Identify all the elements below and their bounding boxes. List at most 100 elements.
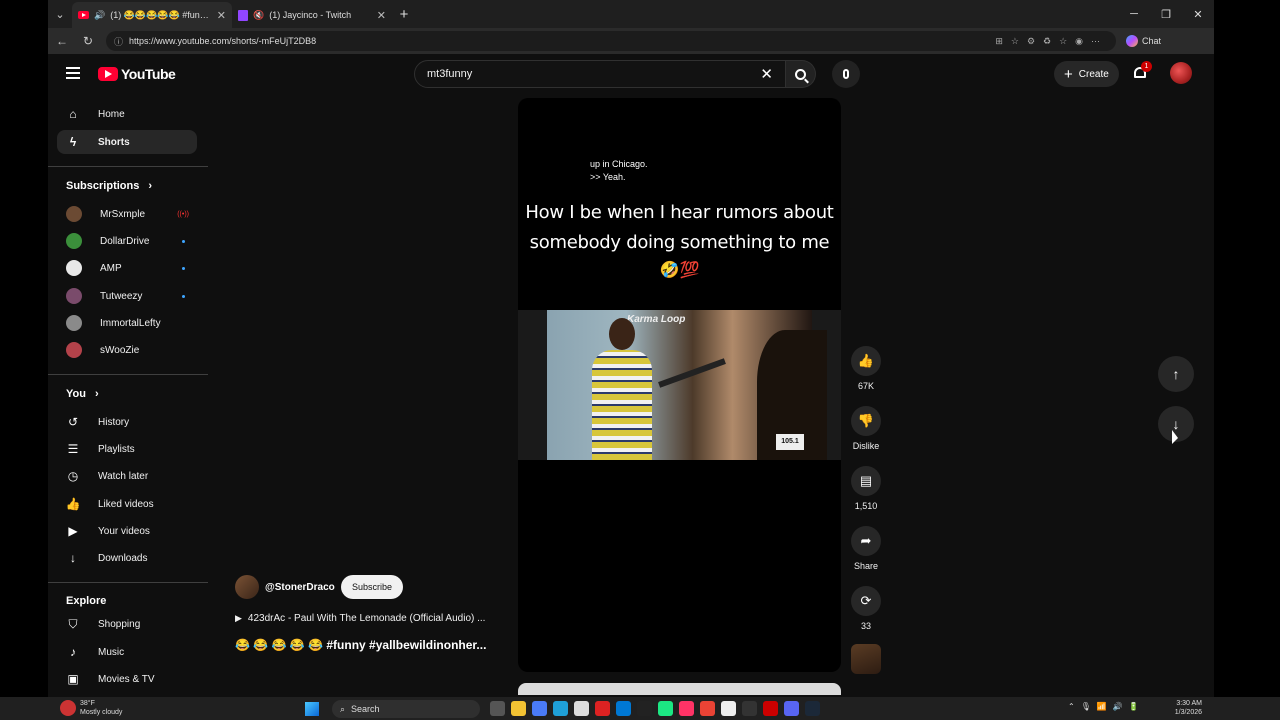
share-action[interactable]: ➦ Share xyxy=(848,526,884,571)
steam-icon[interactable] xyxy=(805,701,820,716)
dislike-action[interactable]: 👎 Dislike xyxy=(848,406,884,451)
notifications-button[interactable]: 1 xyxy=(1133,61,1152,80)
url-field[interactable]: ⓘ https://www.youtube.com/shorts/-mFeUjT… xyxy=(106,31,1116,51)
obs-icon[interactable] xyxy=(742,701,757,716)
avatar xyxy=(66,260,82,276)
restore-icon[interactable]: ❐ xyxy=(1150,8,1182,21)
watch-later-icon: ◷ xyxy=(67,469,79,483)
remix-count: 33 xyxy=(860,621,871,631)
remix-action[interactable]: ⟳ 33 xyxy=(848,586,884,631)
thumbs-down-icon[interactable]: 👎 xyxy=(851,406,881,436)
sidebar-item-shorts[interactable]: ϟ Shorts xyxy=(57,130,197,154)
weather-widget[interactable]: 38°F Mostly cloudy xyxy=(80,699,122,717)
tab-twitch[interactable]: 🔇 (1) Jaycinco - Twitch ✕ xyxy=(232,2,392,28)
explore-heading: Explore xyxy=(66,595,107,607)
create-button[interactable]: + Create xyxy=(1054,61,1119,87)
url-actions-icon[interactable]: ⊞☆⚙♻☆◉⋯ xyxy=(995,36,1108,47)
sound-channel-thumbnail[interactable] xyxy=(851,644,881,674)
file-explorer-icon[interactable] xyxy=(511,701,526,716)
site-info-icon[interactable]: ⓘ xyxy=(114,35,123,48)
taskbar-search[interactable]: ⌕ Search xyxy=(332,700,480,718)
subscribe-button[interactable]: Subscribe xyxy=(341,575,404,599)
new-tab-button[interactable]: + xyxy=(392,6,416,23)
search-input[interactable]: mt3funny ✕ xyxy=(414,60,786,88)
tab-strip: ⌄ 🔊 (1) 😂😂😂😂😂 #funny #y ✕ 🔇 (1) Jaycinco… xyxy=(48,0,1214,28)
outlook-icon[interactable] xyxy=(616,701,631,716)
task-view-icon[interactable] xyxy=(490,701,505,716)
sidebar-item-amp[interactable]: AMP xyxy=(57,256,197,280)
clock[interactable]: 3:30 AM 1/3/2026 xyxy=(1166,699,1202,717)
video-frame[interactable]: Karma Loop 105.1 xyxy=(518,310,841,460)
you-heading-label: You xyxy=(66,388,86,400)
like-action[interactable]: 👍 67K xyxy=(848,346,884,391)
overlay-caption: How I be when I hear rumors about somebo… xyxy=(518,198,841,258)
sidebar-item-watch-later[interactable]: ◷ Watch later xyxy=(57,464,197,488)
netflix-icon[interactable] xyxy=(637,701,652,716)
short-title[interactable]: 😂 😂 😂 😂 😂 #funny #yallbewildinonher... xyxy=(235,638,486,652)
close-window-icon[interactable]: ✕ xyxy=(1182,8,1214,21)
app-red-icon[interactable] xyxy=(679,701,694,716)
sidebar-item-tutweezy[interactable]: Tutweezy xyxy=(57,284,197,308)
chrome-icon[interactable] xyxy=(700,701,715,716)
sidebar-item-liked-videos[interactable]: 👍 Liked videos xyxy=(57,492,197,516)
history-icon: ↺ xyxy=(67,415,79,429)
sidebar-item-your-videos[interactable]: ▶ Your videos xyxy=(57,519,197,543)
capcut-icon[interactable] xyxy=(721,701,736,716)
shorts-player[interactable]: up in Chicago. >> Yeah. How I be when I … xyxy=(518,98,841,672)
menu-icon[interactable] xyxy=(66,67,80,79)
subscriptions-heading[interactable]: Subscriptions › xyxy=(66,180,152,192)
weather-icon[interactable] xyxy=(60,700,76,716)
sidebar-item-music[interactable]: ♪ Music xyxy=(57,640,197,664)
speaker-icon[interactable]: 🔊 xyxy=(94,10,105,21)
copilot-icon xyxy=(1126,35,1138,47)
sidebar-item-swoozie[interactable]: sWooZie xyxy=(57,338,197,362)
thumbs-up-icon[interactable]: 👍 xyxy=(851,346,881,376)
copilot-app-icon[interactable] xyxy=(532,701,547,716)
system-tray[interactable]: ⌃🎙📶🔊🔋 xyxy=(1068,702,1145,711)
muted-speaker-icon[interactable]: 🔇 xyxy=(253,10,264,21)
remix-icon[interactable]: ⟳ xyxy=(851,586,881,616)
close-tab-icon[interactable]: ✕ xyxy=(377,9,386,22)
store-icon[interactable] xyxy=(574,701,589,716)
tab-youtube[interactable]: 🔊 (1) 😂😂😂😂😂 #funny #y ✕ xyxy=(72,2,232,28)
your-videos-icon: ▶ xyxy=(68,524,78,538)
next-short-preview[interactable] xyxy=(518,683,841,695)
clear-search-icon[interactable]: ✕ xyxy=(760,65,773,83)
discord-icon[interactable] xyxy=(784,701,799,716)
audio-track[interactable]: ▶ 423drAc - Paul With The Lemonade (Offic… xyxy=(235,613,485,624)
refresh-icon[interactable]: ↻ xyxy=(80,34,96,48)
share-icon[interactable]: ➦ xyxy=(851,526,881,556)
sidebar-item-home[interactable]: ⌂ Home xyxy=(57,102,197,126)
sidebar-item-shopping[interactable]: ⛉ Shopping xyxy=(57,612,197,636)
comment-icon[interactable]: ▤ xyxy=(851,466,881,496)
sidebar-item-mrsxmple[interactable]: MrSxmple ((•)) xyxy=(57,202,197,226)
caption-line: How I be when I hear rumors about xyxy=(525,202,834,223)
copilot-chat-button[interactable]: Chat xyxy=(1126,35,1161,47)
channel-avatar[interactable] xyxy=(235,575,259,599)
sidebar-item-downloads[interactable]: ↓ Downloads xyxy=(57,546,197,570)
voice-search-button[interactable] xyxy=(832,60,860,88)
search-button[interactable] xyxy=(786,60,816,88)
comments-action[interactable]: ▤ 1,510 xyxy=(848,466,884,511)
back-icon[interactable]: ← xyxy=(54,34,70,48)
sidebar-item-history[interactable]: ↺ History xyxy=(57,410,197,434)
account-avatar[interactable] xyxy=(1170,62,1192,84)
sidebar-item-dollardrive[interactable]: DollarDrive xyxy=(57,229,197,253)
sidebar-item-movies-tv[interactable]: ▣ Movies & TV xyxy=(57,667,197,691)
mcafee-icon[interactable] xyxy=(763,701,778,716)
date: 1/3/2026 xyxy=(1174,709,1202,716)
minimize-icon[interactable]: ─ xyxy=(1118,8,1150,21)
previous-short-button[interactable]: ↑ xyxy=(1158,356,1194,392)
channel-handle[interactable]: @StonerDraco xyxy=(265,582,335,593)
you-heading[interactable]: You › xyxy=(66,388,99,400)
youtube-logo[interactable]: YouTube xyxy=(98,66,176,82)
sidebar-item-playlists[interactable]: ☰ Playlists xyxy=(57,437,197,461)
hulu-icon[interactable] xyxy=(658,701,673,716)
app-l-icon[interactable] xyxy=(595,701,610,716)
windows-start-icon[interactable] xyxy=(305,702,319,716)
edge-icon[interactable] xyxy=(553,701,568,716)
sidebar-item-immortallefty[interactable]: ImmortalLefty xyxy=(57,311,197,335)
tab-actions-chevron-icon[interactable]: ⌄ xyxy=(48,0,72,28)
movies-icon: ▣ xyxy=(67,672,79,686)
close-tab-icon[interactable]: ✕ xyxy=(217,9,226,22)
